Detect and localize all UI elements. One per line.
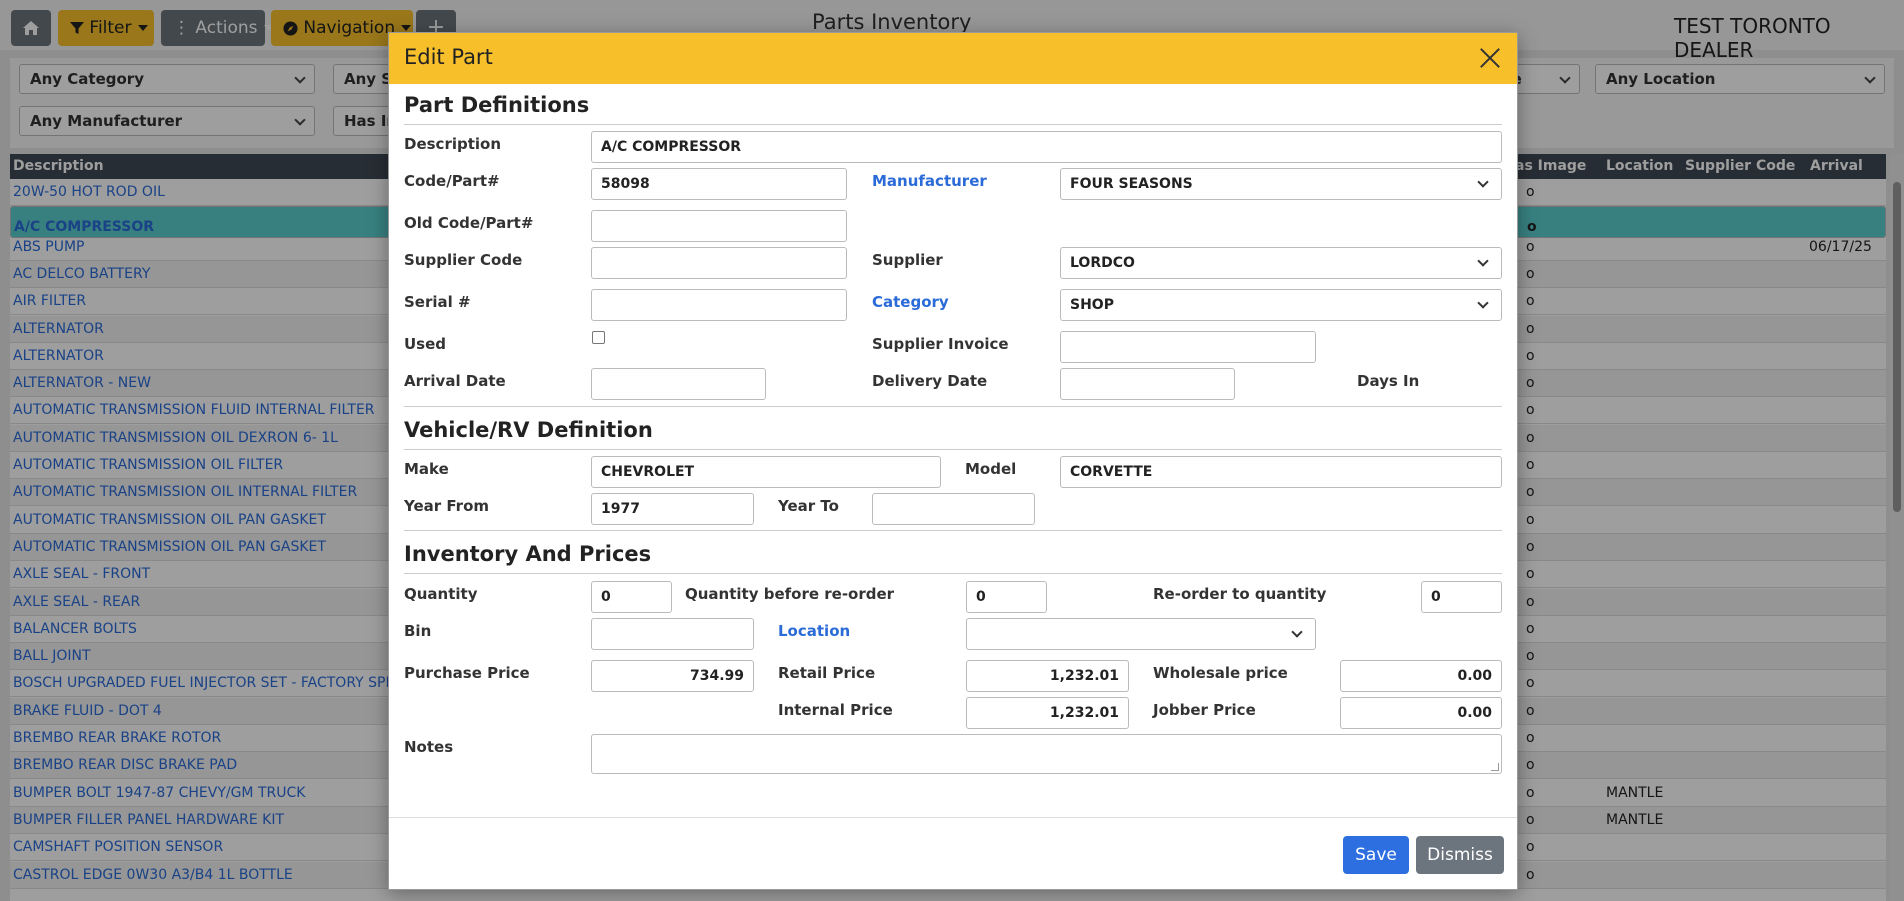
modal-title: Edit Part (404, 45, 493, 69)
quantity-input[interactable]: 0 (591, 581, 672, 613)
manufacturer-link[interactable]: Manufacturer (872, 172, 987, 190)
modal-footer-divider (389, 817, 1517, 818)
resize-handle-icon[interactable] (1491, 763, 1499, 771)
reorder-to-qty-label: Re-order to quantity (1153, 585, 1327, 603)
code-label: Code/Part# (404, 172, 500, 190)
section-vehicle: Vehicle/RV Definition (404, 418, 653, 442)
location-select[interactable] (966, 618, 1316, 650)
divider (404, 449, 1502, 450)
old-code-label: Old Code/Part# (404, 214, 534, 232)
category-select[interactable]: SHOP (1060, 289, 1502, 321)
internal-price-input[interactable]: 1,232.01 (966, 697, 1129, 729)
location-link[interactable]: Location (778, 622, 850, 640)
chevron-down-icon (1477, 255, 1489, 267)
category-link[interactable]: Category (872, 293, 949, 311)
save-button[interactable]: Save (1343, 836, 1409, 874)
supplier-invoice-input[interactable] (1060, 331, 1316, 363)
used-label: Used (404, 335, 447, 353)
make-input[interactable]: CHEVROLET (591, 456, 941, 488)
days-in-label: Days In (1357, 372, 1420, 390)
bin-label: Bin (404, 622, 432, 640)
edit-part-modal: Edit Part Part Definitions Description A… (388, 32, 1518, 890)
retail-price-input[interactable]: 1,232.01 (966, 660, 1129, 692)
supplier-code-label: Supplier Code (404, 251, 523, 269)
year-to-input[interactable] (872, 493, 1035, 525)
qty-before-reorder-label: Quantity before re-order (685, 585, 895, 603)
section-inventory: Inventory And Prices (404, 542, 652, 566)
used-checkbox[interactable] (592, 331, 605, 344)
jobber-price-input[interactable]: 0.00 (1340, 697, 1502, 729)
divider (404, 573, 1502, 574)
description-label: Description (404, 135, 502, 153)
reorder-to-qty-input[interactable]: 0 (1421, 581, 1502, 613)
serial-input[interactable] (591, 289, 847, 321)
supplier-invoice-label: Supplier Invoice (872, 335, 1009, 353)
old-code-input[interactable] (591, 210, 847, 242)
supplier-value: LORDCO (1070, 255, 1135, 271)
quantity-label: Quantity (404, 585, 478, 603)
serial-label: Serial # (404, 293, 471, 311)
bin-input[interactable] (591, 618, 754, 650)
close-icon[interactable] (1477, 45, 1503, 71)
supplier-label: Supplier (872, 251, 943, 269)
divider (404, 124, 1502, 125)
model-label: Model (965, 460, 1017, 478)
year-to-label: Year To (778, 497, 839, 515)
description-input[interactable]: A/C COMPRESSOR (591, 131, 1502, 163)
supplier-select[interactable]: LORDCO (1060, 247, 1502, 279)
modal-header: Edit Part (389, 33, 1517, 84)
retail-price-label: Retail Price (778, 664, 876, 682)
delivery-date-input[interactable] (1060, 368, 1235, 400)
divider (404, 406, 1502, 407)
make-label: Make (404, 460, 449, 478)
chevron-down-icon (1477, 297, 1489, 309)
year-from-input[interactable]: 1977 (591, 493, 754, 525)
wholesale-price-input[interactable]: 0.00 (1340, 660, 1502, 692)
arrival-date-input[interactable] (591, 368, 766, 400)
category-value: SHOP (1070, 297, 1114, 313)
notes-label: Notes (404, 738, 454, 756)
section-part-definitions: Part Definitions (404, 93, 590, 117)
wholesale-price-label: Wholesale price (1153, 664, 1288, 682)
manufacturer-select[interactable]: FOUR SEASONS (1060, 168, 1502, 200)
chevron-down-icon (1291, 626, 1303, 638)
purchase-price-input[interactable]: 734.99 (591, 660, 754, 692)
model-input[interactable]: CORVETTE (1060, 456, 1502, 488)
manufacturer-value: FOUR SEASONS (1070, 176, 1193, 192)
delivery-date-label: Delivery Date (872, 372, 988, 390)
qty-before-reorder-input[interactable]: 0 (966, 581, 1047, 613)
supplier-code-input[interactable] (591, 247, 847, 279)
purchase-price-label: Purchase Price (404, 664, 530, 682)
chevron-down-icon (1477, 176, 1489, 188)
jobber-price-label: Jobber Price (1153, 701, 1256, 719)
arrival-date-label: Arrival Date (404, 372, 506, 390)
notes-textarea[interactable] (591, 734, 1502, 774)
code-input[interactable]: 58098 (591, 168, 847, 200)
dismiss-button[interactable]: Dismiss (1416, 836, 1504, 874)
divider (404, 530, 1502, 531)
year-from-label: Year From (404, 497, 490, 515)
internal-price-label: Internal Price (778, 701, 893, 719)
